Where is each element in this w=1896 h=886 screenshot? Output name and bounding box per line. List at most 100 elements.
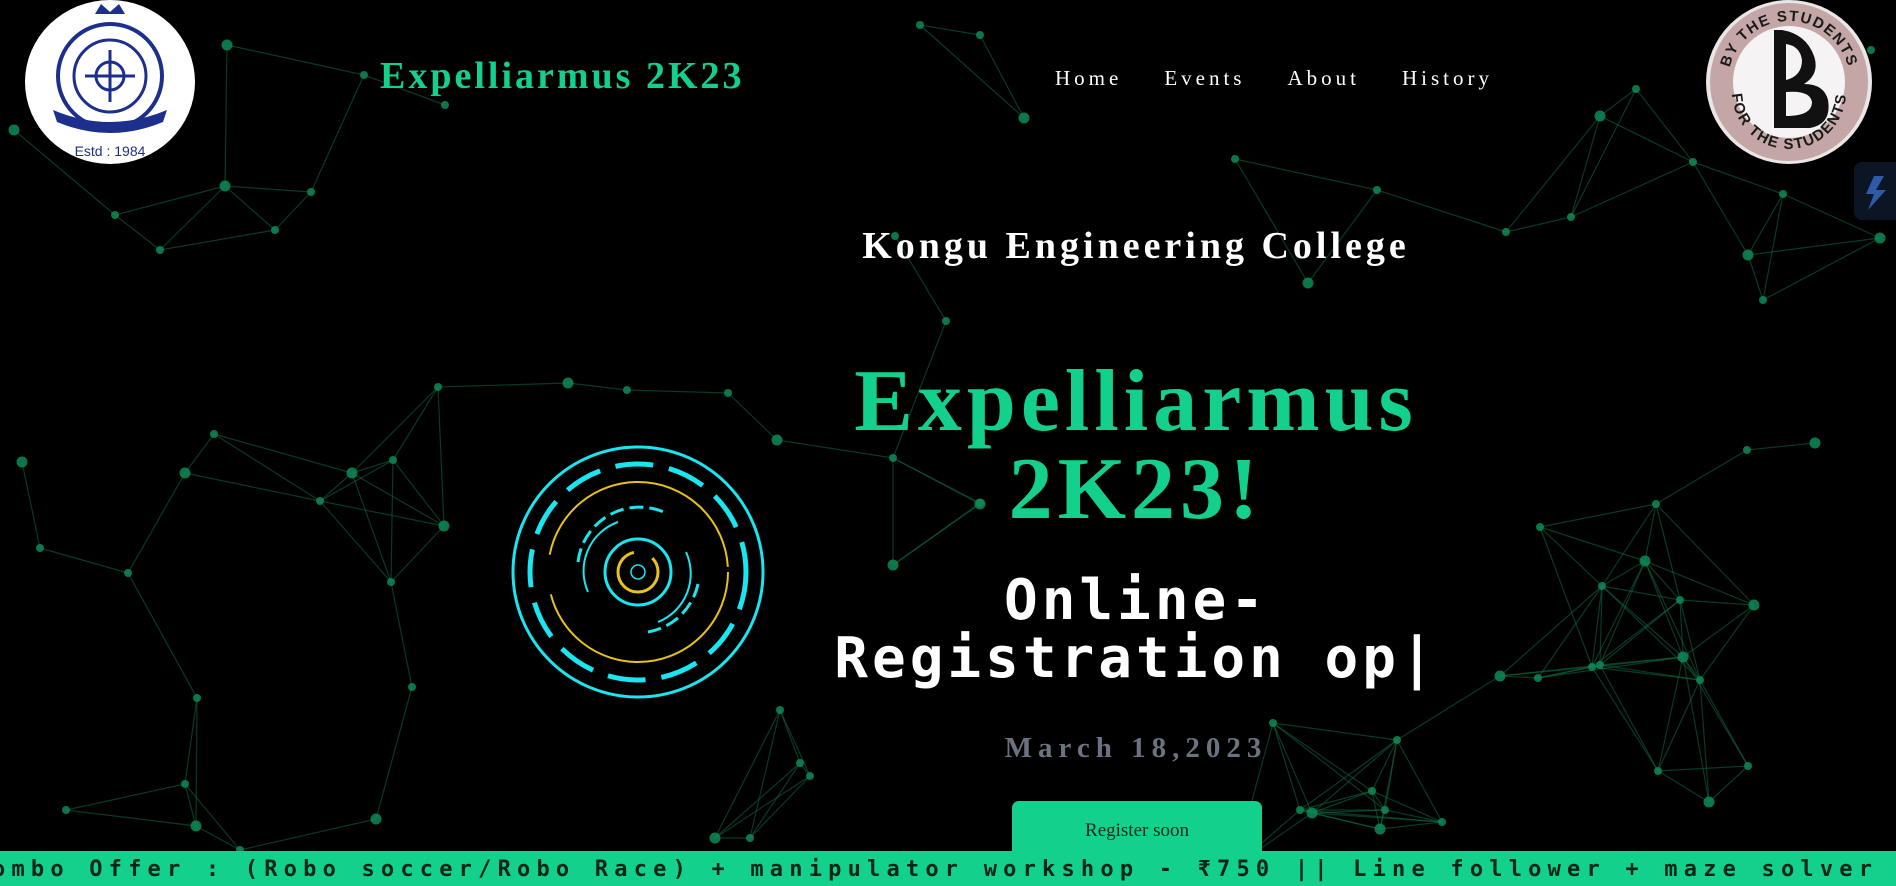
network-link [1657,770,1710,803]
network-node [1652,500,1660,508]
network-link [390,525,445,583]
offer-ticker: ombo Offer : (Robo soccer/Robo Race) + m… [0,851,1896,886]
network-node [179,467,191,479]
radar-loader-icon [511,445,765,699]
network-link [1591,599,1681,668]
network-link [979,34,1025,119]
network-link [437,386,445,527]
network-node [210,430,218,438]
network-link [39,547,129,574]
college-name: Kongu Engineering College [862,225,1410,267]
network-link [1699,604,1755,681]
typed-headline: Online- Registration op| [800,572,1472,688]
network-link [1655,449,1748,505]
network-node [193,694,201,702]
lightning-icon [1866,176,1886,210]
network-node [1588,663,1596,671]
network-link [1499,585,1603,677]
network-node [1534,674,1542,682]
network-link [749,709,781,839]
network-node [181,780,189,788]
network-node [387,578,395,586]
network-link [714,709,781,839]
network-node [771,434,783,446]
network-node [976,31,984,39]
register-button[interactable]: Register soon [1012,801,1262,851]
network-node [1598,582,1606,590]
network-link [1599,560,1646,666]
network-link [1655,503,1681,601]
network-link [1539,526,1603,587]
network-node [62,806,70,814]
network-link [1539,526,1593,668]
network-link [224,185,312,193]
network-node [806,772,814,780]
network-node [408,683,416,691]
network-link [1591,666,1701,681]
network-node [1639,555,1651,567]
network-link [21,461,41,549]
network-node [1596,661,1604,669]
network-link [239,818,377,851]
network-node [438,520,450,532]
nav-history[interactable]: History [1402,66,1493,91]
logo-caption: Estd : 1984 [75,143,146,159]
network-link [195,697,198,827]
network-link [213,433,321,502]
network-link [1234,158,1378,191]
network-link [437,382,569,388]
network-node [434,383,442,391]
network-link [195,825,241,851]
network-node [623,386,631,394]
network-node [1374,823,1386,835]
network-link [1657,679,1701,772]
network-link [1644,560,1755,606]
network-node [1594,110,1606,122]
network-node [111,211,119,219]
network-node [219,180,231,192]
network-node [1368,787,1376,795]
network-node [1231,155,1239,163]
network-link [749,775,811,839]
nav-events[interactable]: Events [1164,66,1245,91]
network-node [1677,651,1689,663]
network-link [1570,88,1637,218]
network-node [724,389,732,397]
network-node [389,456,397,464]
network-link [1499,675,1539,679]
network-link [184,472,321,502]
event-date: March 18,2023 [1004,732,1268,764]
network-node [746,834,754,842]
students-logo[interactable]: BY THE STUDENTS FOR THE STUDENTS [1706,0,1872,164]
main-nav: Home Events About History [1055,66,1493,91]
network-node [1779,190,1787,198]
network-node [709,832,721,844]
event-title: Expelliarmus 2K23! [800,358,1472,534]
network-link [1599,88,1637,117]
side-widget-tab[interactable] [1854,162,1896,220]
network-node [1696,676,1704,684]
network-node [1269,719,1277,727]
network-node [776,706,784,714]
network-node [1867,46,1875,54]
network-node [1567,213,1575,221]
network-link [213,433,353,474]
event-title-line1: Expelliarmus [854,353,1418,450]
network-node [1302,277,1314,289]
network-node [1494,670,1506,682]
network-node [360,71,368,79]
network-link [1591,656,1684,668]
network-node [562,377,574,389]
college-logo[interactable]: Estd : 1984 [25,0,195,164]
network-link [351,472,445,527]
nav-home[interactable]: Home [1055,66,1122,91]
network-link [1379,821,1443,830]
network-link [184,697,198,785]
network-link [127,572,198,699]
network-node [221,39,233,51]
network-link [567,382,628,391]
network-node [1654,767,1662,775]
brand-title[interactable]: Expelliarmus 2K23 [380,54,745,98]
network-link [1746,442,1816,451]
nav-about[interactable]: About [1287,66,1360,91]
